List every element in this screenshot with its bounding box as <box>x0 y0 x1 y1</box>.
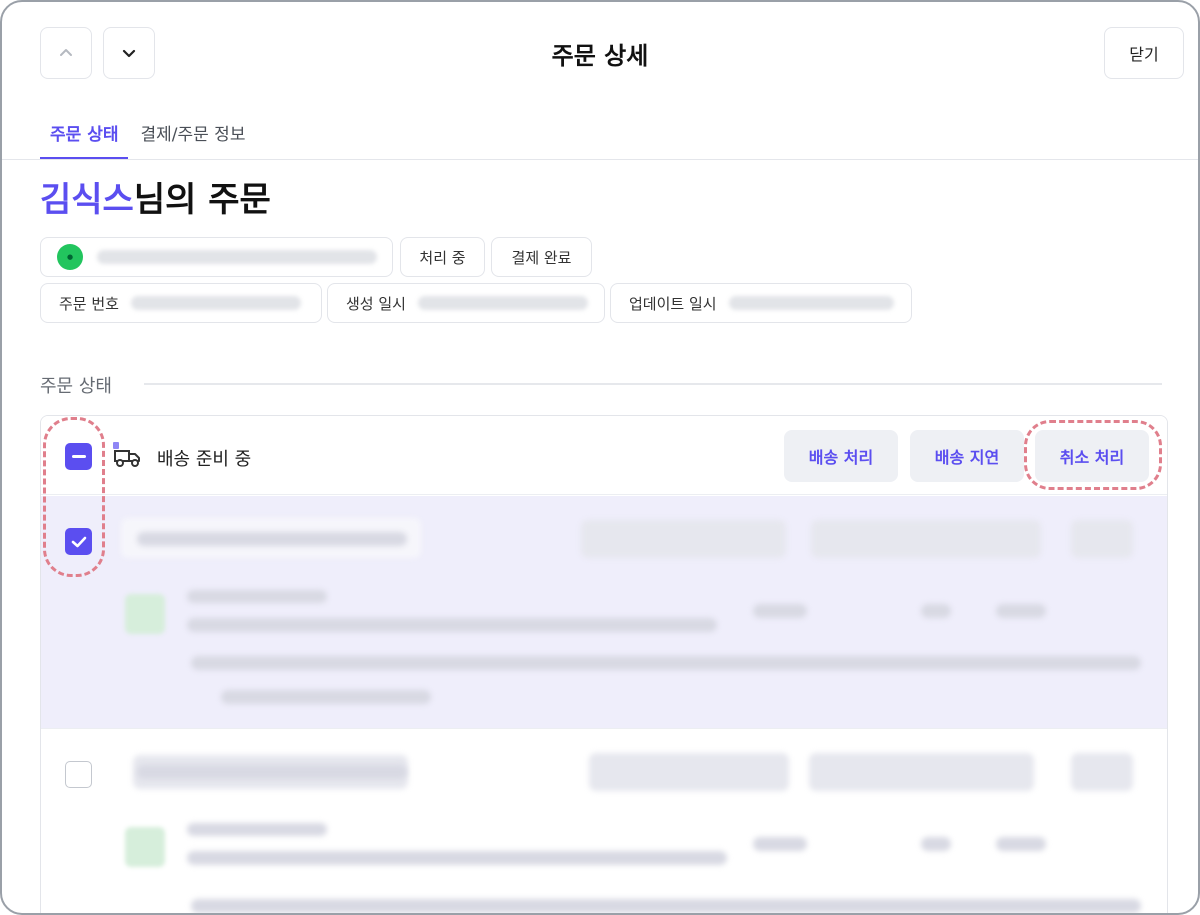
processing-status-badge: 처리 중 <box>400 237 485 277</box>
customer-heading-suffix: 님의 주문 <box>133 180 271 220</box>
store-info-redacted <box>97 250 377 264</box>
price-redacted <box>753 837 807 851</box>
created-at-chip: 생성 일시 <box>327 283 605 323</box>
tab-bar: 주문 상태 결제/주문 정보 <box>40 112 257 160</box>
quantity-redacted <box>921 604 951 618</box>
quantity-redacted <box>921 837 951 851</box>
tab-payment-info[interactable]: 결제/주문 정보 <box>130 112 255 160</box>
customer-name: 김식스 <box>40 180 134 220</box>
updated-at-label: 업데이트 일시 <box>629 294 717 313</box>
delay-shipping-button[interactable]: 배송 지연 <box>910 430 1024 482</box>
total-redacted <box>996 837 1046 851</box>
minus-icon <box>71 454 86 458</box>
order-item-row-selected[interactable] <box>41 496 1167 728</box>
product-thumbnail <box>125 594 165 634</box>
section-divider <box>144 383 1162 385</box>
product-thumbnail <box>125 827 165 867</box>
group-status-label: 배송 준비 중 <box>157 449 252 470</box>
item-memo-redacted <box>221 690 431 704</box>
item-number-text-redacted <box>137 765 407 779</box>
item-detail-redacted <box>191 656 1141 670</box>
select-all-checkbox[interactable] <box>65 443 92 470</box>
tab-order-status[interactable]: 주문 상태 <box>40 112 129 160</box>
check-icon <box>71 536 86 547</box>
page-title: 주문 상세 <box>551 42 649 70</box>
payment-status-badge: 결제 완료 <box>491 237 592 277</box>
group-header: 배송 준비 중 배송 처리 배송 지연 취소 처리 <box>41 416 1167 495</box>
product-option-redacted <box>187 851 727 865</box>
order-number-chip: 주문 번호 <box>40 283 322 323</box>
total-redacted <box>996 604 1046 618</box>
order-item-row[interactable] <box>41 728 1167 913</box>
store-chip: ● <box>40 237 393 277</box>
item-select-redacted <box>581 520 786 558</box>
order-number-label: 주문 번호 <box>59 294 119 313</box>
item-input-redacted <box>811 520 1041 558</box>
section-title: 주문 상태 <box>40 376 112 397</box>
item-action-redacted <box>1071 753 1133 791</box>
item-checkbox-checked[interactable] <box>65 528 92 555</box>
close-button[interactable]: 닫기 <box>1104 27 1184 79</box>
created-at-label: 생성 일시 <box>346 294 406 313</box>
store-logo-icon: ● <box>57 244 83 270</box>
item-input-redacted <box>809 753 1034 791</box>
cancel-order-button[interactable]: 취소 처리 <box>1035 430 1149 482</box>
price-redacted <box>753 604 807 618</box>
ship-button[interactable]: 배송 처리 <box>784 430 898 482</box>
item-number-text-redacted <box>137 532 407 546</box>
product-option-redacted <box>187 618 717 632</box>
item-action-redacted <box>1071 520 1133 558</box>
shipment-group-card: 배송 준비 중 배송 처리 배송 지연 취소 처리 <box>40 415 1168 913</box>
created-at-redacted <box>417 296 588 310</box>
order-number-redacted <box>130 296 301 310</box>
tab-divider <box>2 159 1198 160</box>
delivery-truck-icon <box>113 442 140 467</box>
item-detail-redacted <box>191 899 1141 913</box>
item-select-redacted <box>589 753 789 791</box>
product-name-redacted <box>187 823 327 836</box>
item-checkbox[interactable] <box>65 761 92 788</box>
updated-at-chip: 업데이트 일시 <box>610 283 912 323</box>
updated-at-redacted <box>728 296 894 310</box>
order-detail-window: 주문 상세 닫기 주문 상태 결제/주문 정보 김식스님의 주문 ● 처리 중 … <box>0 0 1200 915</box>
product-name-redacted <box>187 590 327 603</box>
customer-heading: 김식스님의 주문 <box>40 172 271 221</box>
